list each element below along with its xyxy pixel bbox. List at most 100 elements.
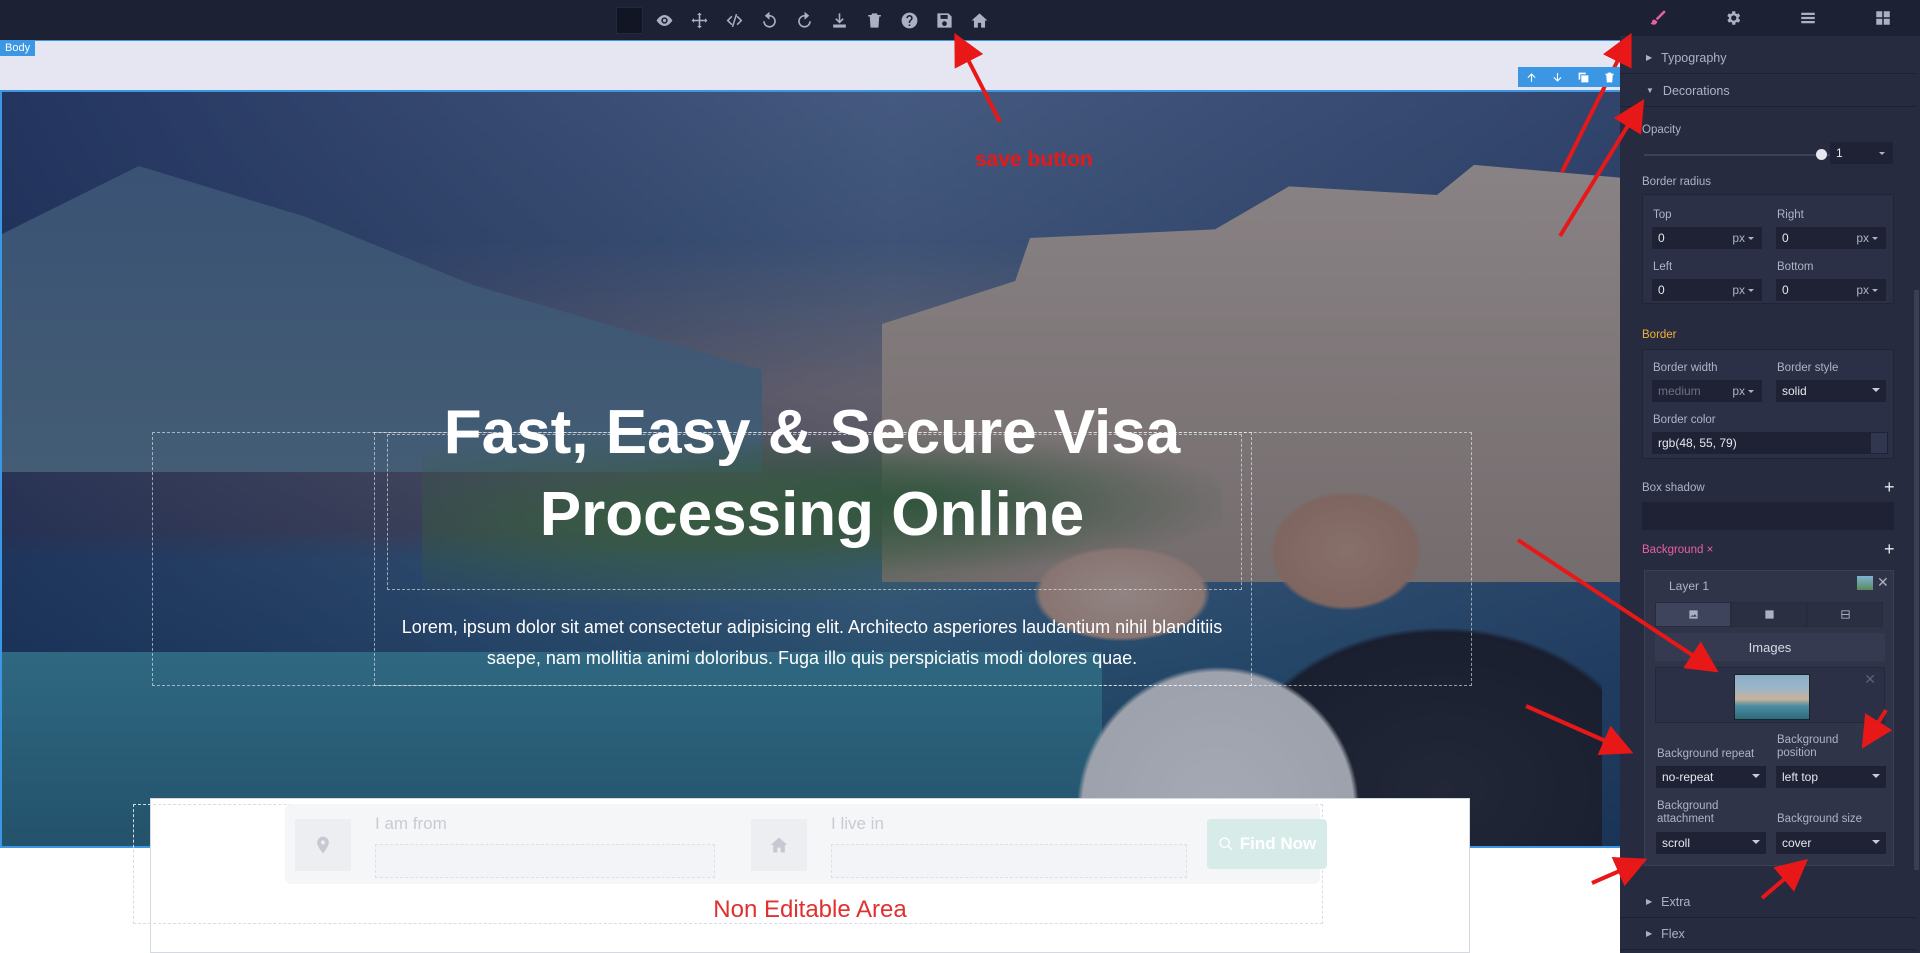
opacity-label: Opacity <box>1642 124 1681 136</box>
section-decorations[interactable]: ▼ Decorations <box>1620 75 1916 107</box>
bg-size-label: Background size <box>1777 813 1863 825</box>
device-swatch[interactable] <box>612 5 647 35</box>
save-button-annotation: save button <box>975 148 1093 171</box>
layers-icon[interactable] <box>1770 0 1845 36</box>
from-label: I am from <box>375 814 447 833</box>
code-icon[interactable] <box>717 5 752 35</box>
border-width-placeholder: medium <box>1658 384 1701 398</box>
border-color-swatch[interactable] <box>1870 432 1888 454</box>
body-badge: Body <box>0 40 36 56</box>
find-now-button[interactable]: Find Now <box>1207 819 1327 869</box>
chevron-down-icon <box>1872 840 1880 844</box>
trash-icon[interactable] <box>857 5 892 35</box>
radius-bottom-unit[interactable]: px <box>1856 283 1878 297</box>
border-style-value: solid <box>1782 384 1807 398</box>
clone-icon[interactable] <box>1570 67 1596 87</box>
search-form[interactable]: I am from I live in Find Now <box>285 804 1327 884</box>
remove-image-icon[interactable]: ✕ <box>1864 671 1876 688</box>
home-icon-search <box>751 819 807 871</box>
opacity-input[interactable]: 1 <box>1830 142 1893 164</box>
editor-canvas: Body Fast, Easy & Secure Visa Processing… <box>0 40 1620 953</box>
border-width-input[interactable]: medium px <box>1652 380 1762 402</box>
gear-icon[interactable] <box>1695 0 1770 36</box>
chevron-down-icon <box>1752 840 1760 844</box>
bg-size-value: cover <box>1782 836 1812 850</box>
opacity-slider-thumb[interactable] <box>1816 149 1827 160</box>
save-icon[interactable] <box>927 5 962 35</box>
border-radius-label: Border radius <box>1642 176 1712 188</box>
border-label: Border <box>1642 329 1677 341</box>
delete-icon[interactable] <box>1596 67 1620 87</box>
radius-left-value: 0 <box>1658 283 1665 297</box>
layer-preview-icon <box>1857 576 1873 590</box>
bg-position-value: left top <box>1782 770 1819 784</box>
hero-section[interactable]: Fast, Easy & Secure Visa Processing Onli… <box>0 90 1620 848</box>
blocks-icon[interactable] <box>1845 0 1920 36</box>
body-region[interactable] <box>0 40 1620 90</box>
section-extra[interactable]: ▶ Extra <box>1620 886 1916 918</box>
border-style-select[interactable]: solid <box>1776 380 1886 402</box>
add-background-icon[interactable]: + <box>1884 540 1895 558</box>
move-icon[interactable] <box>682 5 717 35</box>
section-flex[interactable]: ▶ Flex <box>1620 918 1916 950</box>
non-editable-label: Non Editable Area <box>713 896 907 923</box>
chevron-down-icon <box>1872 774 1880 778</box>
box-shadow-list <box>1642 502 1894 530</box>
search-icon <box>1219 837 1233 851</box>
radius-top-unit[interactable]: px <box>1732 231 1754 245</box>
background-clear-icon[interactable]: × <box>1707 544 1714 556</box>
preview-icon[interactable] <box>647 5 682 35</box>
home-icon[interactable] <box>962 5 997 35</box>
radius-right-unit[interactable]: px <box>1856 231 1878 245</box>
gradient-type-icon[interactable] <box>1807 602 1883 627</box>
bg-position-select[interactable]: left top <box>1776 766 1886 788</box>
live-input[interactable] <box>831 844 1187 878</box>
radius-top-value: 0 <box>1658 231 1665 245</box>
image-type-icon[interactable] <box>1655 602 1731 627</box>
bg-position-label: Background position <box>1777 734 1838 760</box>
radius-right-input[interactable]: 0 px <box>1776 227 1886 249</box>
image-picker[interactable]: ✕ <box>1655 667 1885 723</box>
radius-bottom-input[interactable]: 0 px <box>1776 279 1886 301</box>
download-icon[interactable] <box>822 5 857 35</box>
border-color-label: Border color <box>1653 414 1716 426</box>
radius-left-input[interactable]: 0 px <box>1652 279 1762 301</box>
paint-brush-icon[interactable] <box>1620 0 1695 36</box>
color-type-icon[interactable] <box>1731 602 1807 627</box>
undo-icon[interactable] <box>752 5 787 35</box>
radius-top-label: Top <box>1653 209 1672 221</box>
layer-name[interactable]: Layer 1 <box>1645 571 1893 599</box>
bg-attachment-select[interactable]: scroll <box>1656 832 1766 854</box>
bg-repeat-value: no-repeat <box>1662 770 1714 784</box>
hero-paragraph[interactable]: Lorem, ipsum dolor sit amet consectetur … <box>382 612 1242 674</box>
add-box-shadow-icon[interactable]: + <box>1884 478 1895 496</box>
redo-icon[interactable] <box>787 5 822 35</box>
border-style-label: Border style <box>1777 362 1839 374</box>
background-label-text: Background <box>1642 544 1704 556</box>
bg-position-label-1: Background <box>1777 734 1839 746</box>
radius-right-value: 0 <box>1782 231 1789 245</box>
bg-size-select[interactable]: cover <box>1776 832 1886 854</box>
hero-title[interactable]: Fast, Easy & Secure Visa Processing Onli… <box>387 392 1237 556</box>
radius-top-input[interactable]: 0 px <box>1652 227 1762 249</box>
help-icon[interactable] <box>892 5 927 35</box>
location-pin-icon <box>295 819 351 871</box>
background-thumbnail[interactable] <box>1734 674 1810 720</box>
border-color-input[interactable]: rgb(48, 55, 79) <box>1652 432 1874 454</box>
arrow-up-icon[interactable] <box>1518 67 1544 87</box>
bg-repeat-select[interactable]: no-repeat <box>1656 766 1766 788</box>
arrow-down-icon[interactable] <box>1544 67 1570 87</box>
section-typography-label: Typography <box>1661 50 1727 65</box>
border-width-unit[interactable]: px <box>1732 384 1754 398</box>
from-input[interactable] <box>375 844 715 878</box>
find-now-label: Find Now <box>1239 834 1317 853</box>
panel-scrollbar[interactable] <box>1914 290 1919 870</box>
bg-position-label-2: position <box>1777 747 1817 759</box>
section-typography[interactable]: ▶ Typography <box>1620 42 1916 74</box>
close-icon[interactable]: ✕ <box>1877 574 1889 591</box>
radius-left-unit[interactable]: px <box>1732 283 1754 297</box>
chevron-down-icon <box>1872 388 1880 392</box>
background-label: Background × <box>1642 544 1713 556</box>
box-shadow-label: Box shadow <box>1642 482 1705 494</box>
editor-toolbar <box>0 0 1620 40</box>
